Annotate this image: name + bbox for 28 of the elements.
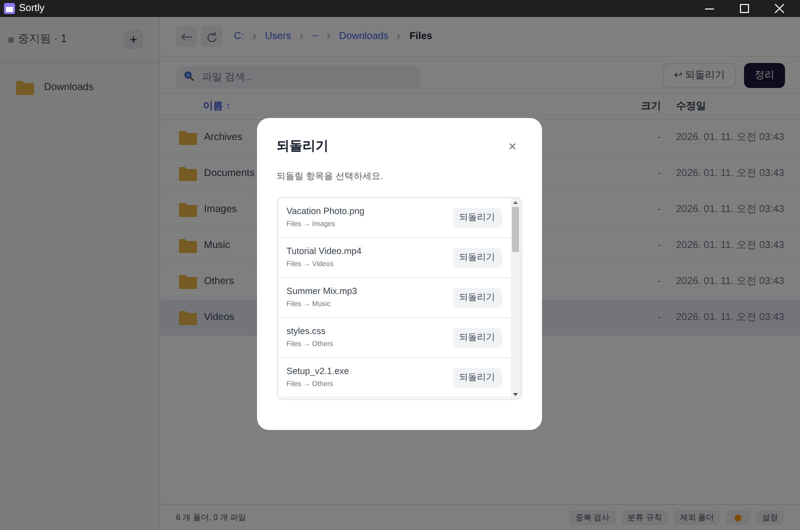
file-name: Archives xyxy=(204,131,242,145)
status-label: 중지됨 · 1 xyxy=(18,32,67,48)
file-name: Music xyxy=(204,239,230,253)
file-date: 2026. 01. 11. 오전 03:43 xyxy=(676,275,786,289)
item-name: Tutorial Video.mp4 xyxy=(286,244,363,258)
file-size: - xyxy=(656,311,661,325)
window-title: Sortly xyxy=(19,2,45,16)
dialog-title: 되돌리기 xyxy=(276,137,328,155)
file-name: Documents xyxy=(204,167,255,181)
item-name: Summer Mix.mp3 xyxy=(286,284,358,298)
item-name: Setup_v2.1.exe xyxy=(286,364,350,378)
file-size: - xyxy=(656,131,661,145)
file-name: Videos xyxy=(204,311,234,325)
file-size: - xyxy=(656,203,661,217)
dialog-message: 되돌릴 항목을 선택하세요. xyxy=(276,170,384,182)
item-name: Vacation Photo.png xyxy=(286,204,366,218)
file-name: Others xyxy=(204,275,234,289)
file-date: 2026. 01. 11. 오전 03:43 xyxy=(676,167,786,181)
file-size: - xyxy=(656,167,661,181)
file-date: 2026. 01. 11. 오전 03:43 xyxy=(676,203,786,217)
file-name: Images xyxy=(204,203,237,217)
item-name: styles.css xyxy=(286,324,327,338)
file-date: 2026. 01. 11. 오전 03:43 xyxy=(676,239,786,253)
status-summary: 6 개 폴더, 0 개 파일 xyxy=(176,512,248,524)
file-date: 2026. 01. 11. 오전 03:43 xyxy=(676,311,786,325)
file-size: - xyxy=(656,239,661,253)
file-size: - xyxy=(656,275,661,289)
file-date: 2026. 01. 11. 오전 03:43 xyxy=(676,131,786,145)
